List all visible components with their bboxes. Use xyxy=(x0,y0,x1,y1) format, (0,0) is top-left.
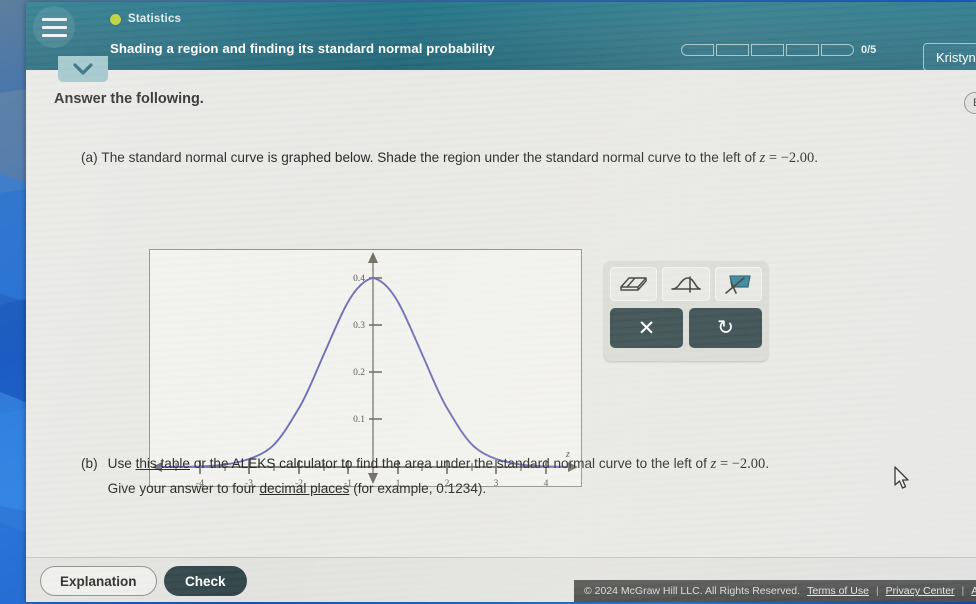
svg-text:0.2: 0.2 xyxy=(353,368,365,378)
part-a-text: The standard normal curve is graphed bel… xyxy=(101,150,760,165)
link-separator: | xyxy=(875,585,879,597)
shade-region-tool-button[interactable] xyxy=(714,267,762,301)
y-axis-ticks xyxy=(369,277,382,420)
copyright-text: © 2024 McGraw Hill LLC. All Rights Reser… xyxy=(584,585,801,597)
part-b-line-1: Use this table or the ALEKS calculator t… xyxy=(108,454,769,475)
part-b-line2-post: (for example, 0.1234). xyxy=(349,481,487,497)
link-separator: | xyxy=(961,585,965,597)
part-a-equals: = xyxy=(765,150,781,166)
part-a-value: −2.00 xyxy=(780,150,815,166)
part-a-tag: (a) xyxy=(81,150,98,165)
part-b-prompt: (b) Use this table or the ALEKS calculat… xyxy=(81,454,951,499)
svg-text:0.3: 0.3 xyxy=(353,321,365,331)
clear-drawing-button[interactable]: ✕ xyxy=(610,308,683,348)
curve-icon xyxy=(671,276,701,293)
y-tick-labels: 0.1 0.2 0.3 0.4 xyxy=(353,274,365,425)
copyright-bar: © 2024 McGraw Hill LLC. All Rights Reser… xyxy=(574,580,976,602)
progress-pip xyxy=(786,44,819,56)
progress-pip xyxy=(681,44,714,56)
decimal-places-link[interactable]: decimal places xyxy=(260,481,350,496)
course-label: Statistics xyxy=(128,13,182,25)
part-b-equals: = xyxy=(716,456,732,472)
mouse-cursor xyxy=(894,466,909,489)
user-account-button[interactable]: Kristyn xyxy=(923,43,976,71)
expand-header-toggle[interactable] xyxy=(58,56,108,82)
part-b-line2-pre: Give your answer to four xyxy=(107,481,260,497)
curve-tool-button[interactable] xyxy=(662,267,710,301)
aleks-app-window: Statistics Shading a region and finding … xyxy=(26,2,976,602)
course-status-dot xyxy=(110,13,121,25)
explanation-button[interactable]: Explanation xyxy=(40,566,157,596)
shade-region-icon xyxy=(725,275,752,294)
eraser-icon xyxy=(619,277,647,291)
part-b-line-2: Give your answer to four decimal places … xyxy=(108,479,769,499)
terms-of-use-link[interactable]: Terms of Use xyxy=(807,585,869,597)
instruction-text: Answer the following. xyxy=(54,91,204,107)
part-a-prompt: (a) The standard normal curve is graphed… xyxy=(81,148,951,169)
check-label: Check xyxy=(185,573,226,589)
language-toggle-button[interactable]: Es xyxy=(964,92,976,114)
hamburger-menu-icon[interactable] xyxy=(33,6,75,48)
accessibility-link[interactable]: Acce xyxy=(971,585,976,597)
progress-tracker: 0/5 xyxy=(681,44,876,56)
explanation-label: Explanation xyxy=(60,573,137,589)
progress-pip xyxy=(751,44,784,56)
progress-pip xyxy=(716,44,749,56)
this-table-link[interactable]: this table xyxy=(136,456,190,471)
part-b-line1-end: . xyxy=(765,456,770,471)
drawing-action-row: ✕ ↻ xyxy=(610,308,762,348)
drawing-tool-row xyxy=(610,267,762,301)
eraser-tool-button[interactable] xyxy=(610,267,658,301)
user-name-label: Kristyn xyxy=(936,49,976,65)
part-b-value: −2.00 xyxy=(731,456,766,472)
undo-drawing-button[interactable]: ↻ xyxy=(689,308,762,348)
part-b-line1-pre: Use xyxy=(107,456,136,471)
undo-icon: ↻ xyxy=(717,317,734,339)
check-button[interactable]: Check xyxy=(164,566,247,596)
page-title: Shading a region and finding its standar… xyxy=(110,41,495,56)
normal-curve-graph[interactable]: -4 -3 -2 -1 1 2 3 4 0.1 0.2 0.3 0.4 z xyxy=(149,249,582,487)
chevron-down-icon xyxy=(73,63,93,75)
svg-text:0.1: 0.1 xyxy=(353,415,365,425)
part-b-line1-mid: or the ALEKS calculator to find the area… xyxy=(190,456,711,471)
normal-curve-svg: -4 -3 -2 -1 1 2 3 4 0.1 0.2 0.3 0.4 z xyxy=(152,252,578,486)
progress-pip xyxy=(821,44,854,56)
part-b-tag: (b) xyxy=(81,456,98,471)
progress-pips xyxy=(681,44,854,56)
question-content: Es Answer the following. (a) The standar… xyxy=(26,70,976,602)
part-a-period: . xyxy=(814,150,819,165)
progress-count: 0/5 xyxy=(861,44,877,56)
privacy-center-link[interactable]: Privacy Center xyxy=(886,585,955,597)
drawing-toolbar: ✕ ↻ xyxy=(604,261,768,361)
course-indicator: Statistics xyxy=(110,13,181,25)
y-axis xyxy=(368,252,378,484)
close-x-icon: ✕ xyxy=(637,316,656,340)
app-header: Statistics Shading a region and finding … xyxy=(26,2,976,71)
